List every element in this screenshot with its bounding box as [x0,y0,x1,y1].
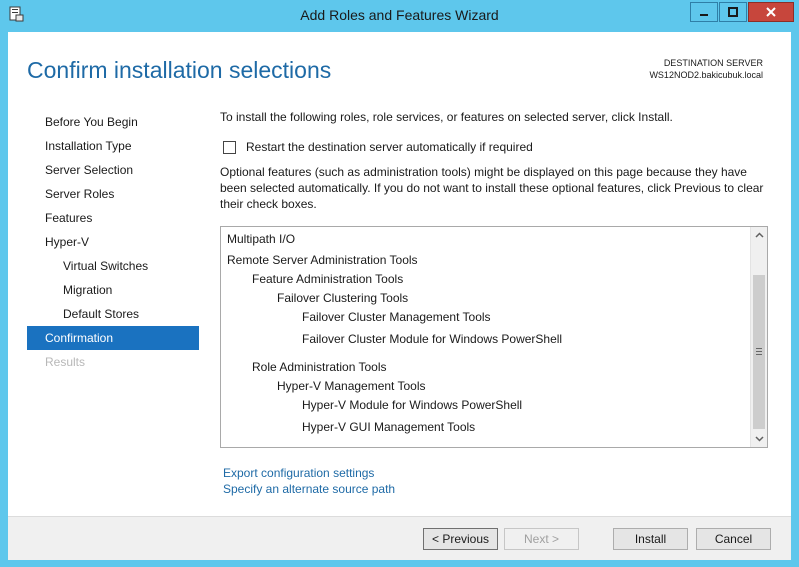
list-item: Failover Clustering Tools [277,291,409,305]
chevron-down-icon [754,436,764,442]
list-item: Feature Administration Tools [252,272,404,286]
sidebar-item-installation-type[interactable]: Installation Type [27,134,199,158]
export-configuration-link[interactable]: Export configuration settings [223,466,374,480]
wizard-steps-sidebar: Before You Begin Installation Type Serve… [27,110,199,374]
sidebar-item-confirmation[interactable]: Confirmation [27,326,199,350]
restart-label: Restart the destination server automatic… [246,140,533,154]
list-item: Hyper-V GUI Management Tools [302,420,476,434]
sidebar-item-server-roles[interactable]: Server Roles [27,182,199,206]
chevron-up-icon [754,232,764,238]
list-item: Hyper-V Module for Windows PowerShell [302,398,523,412]
scroll-up-button[interactable] [751,227,767,243]
maximize-icon [728,7,738,17]
close-button[interactable] [748,2,794,22]
maximize-button[interactable] [719,2,747,22]
previous-button[interactable]: < Previous [423,528,498,550]
list-item: Role Administration Tools [252,360,387,374]
sidebar-item-before-you-begin[interactable]: Before You Begin [27,110,199,134]
destination-server-label: DESTINATION SERVER [663,58,763,68]
minimize-button[interactable] [690,2,718,22]
title-bar: Add Roles and Features Wizard [0,0,799,32]
optional-features-note: Optional features (such as administratio… [220,165,764,211]
wizard-client-area: Confirm installation selections DESTINAT… [8,32,791,560]
features-list-box[interactable]: Multipath I/O Remote Server Administrati… [220,226,768,448]
features-scrollbar[interactable] [750,227,767,447]
restart-checkbox[interactable] [223,140,236,154]
grip-icon [756,348,762,357]
install-button[interactable]: Install [613,528,688,550]
restart-option[interactable]: Restart the destination server automatic… [223,140,533,154]
sidebar-item-virtual-switches[interactable]: Virtual Switches [27,254,199,278]
sidebar-item-results: Results [45,355,86,369]
close-icon [766,7,776,17]
sidebar-item-server-selection[interactable]: Server Selection [27,158,199,182]
alternate-source-link[interactable]: Specify an alternate source path [223,482,395,496]
destination-server-name: WS12NOD2.bakicubuk.local [649,70,763,80]
sidebar-item-features[interactable]: Features [27,206,199,230]
intro-text: To install the following roles, role ser… [220,110,673,124]
minimize-icon [700,14,708,16]
sidebar-item-hyper-v[interactable]: Hyper-V [27,230,199,254]
next-button: Next > [504,528,579,550]
sidebar-item-default-stores[interactable]: Default Stores [27,302,199,326]
list-item: Failover Cluster Module for Windows Powe… [302,332,563,346]
window-title: Add Roles and Features Wizard [300,7,499,23]
wizard-footer: < Previous Next > Install Cancel [8,516,791,560]
cancel-button[interactable]: Cancel [696,528,771,550]
sidebar-item-migration[interactable]: Migration [27,278,199,302]
list-item: Hyper-V Management Tools [277,379,426,393]
list-item: Failover Cluster Management Tools [302,310,491,324]
features-list: Multipath I/O Remote Server Administrati… [221,227,749,447]
list-item: Remote Server Administration Tools [227,253,418,267]
scroll-down-button[interactable] [751,431,767,447]
destination-server: DESTINATION SERVER WS12NOD2.bakicubuk.lo… [649,57,763,81]
list-item: Multipath I/O [227,232,296,246]
page-title: Confirm installation selections [27,57,332,83]
scroll-thumb[interactable] [753,275,765,429]
